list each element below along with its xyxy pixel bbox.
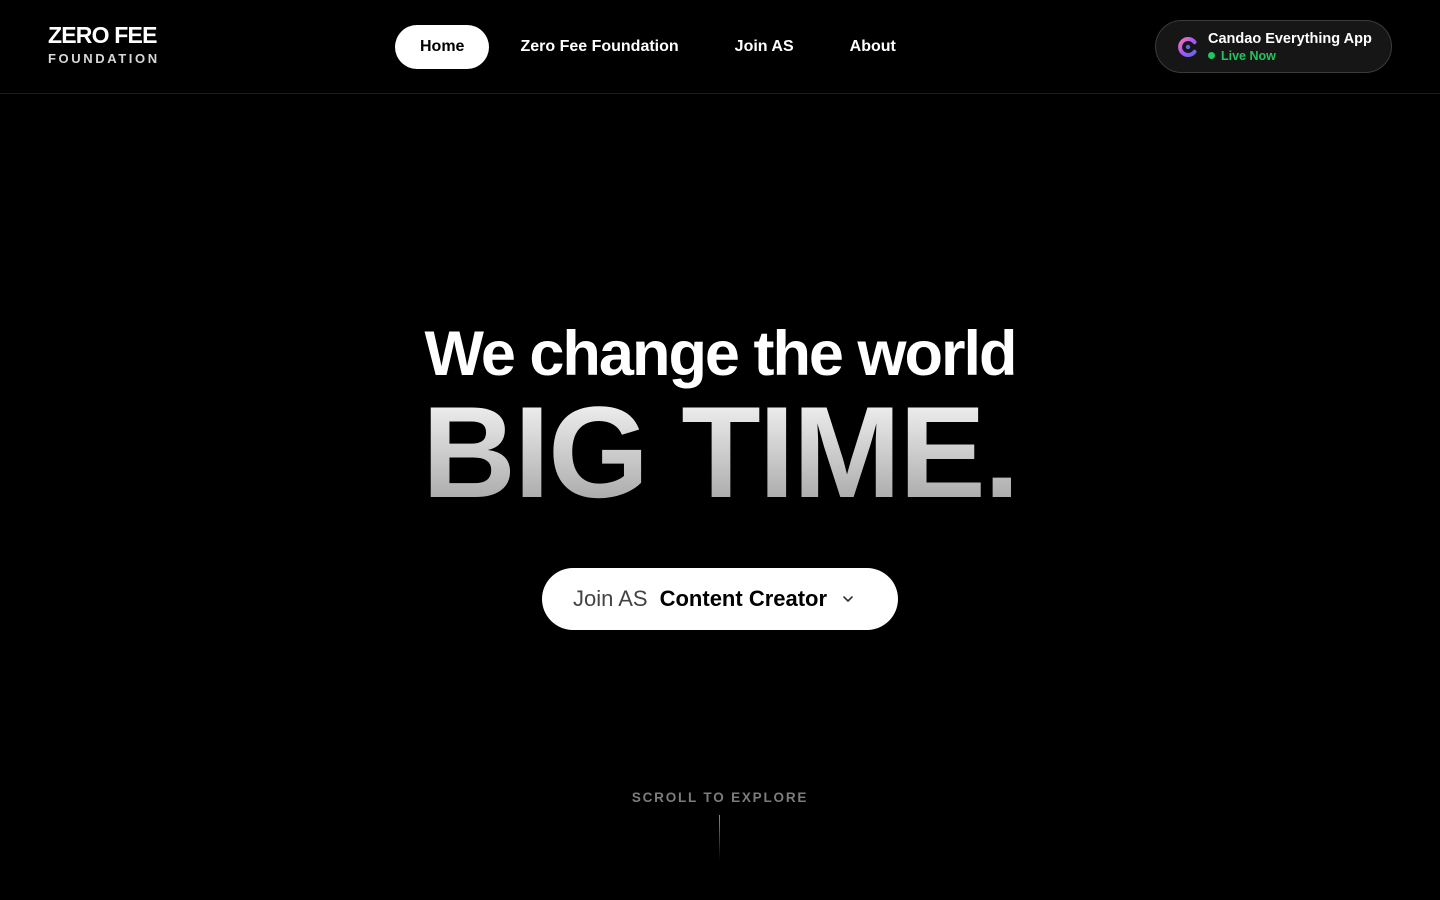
scroll-indicator-line bbox=[719, 815, 720, 860]
app-badge-text: Candao Everything App Live Now bbox=[1208, 31, 1372, 63]
nav-item-join-as[interactable]: Join AS bbox=[710, 25, 819, 69]
candao-app-button[interactable]: Candao Everything App Live Now bbox=[1155, 20, 1392, 73]
site-logo[interactable]: ZERO FEE FOUNDATION bbox=[48, 22, 160, 67]
nav-item-about[interactable]: About bbox=[825, 25, 921, 69]
nav-item-home[interactable]: Home bbox=[395, 25, 490, 69]
hero-big-text: BIG TIME. bbox=[0, 387, 1440, 517]
chevron-down-icon bbox=[843, 596, 853, 602]
app-status: Live Now bbox=[1208, 49, 1372, 63]
logo-title: ZERO FEE bbox=[48, 22, 157, 48]
site-header: ZERO FEE FOUNDATION Home Zero Fee Founda… bbox=[0, 0, 1440, 94]
main-nav: Home Zero Fee Foundation Join AS About bbox=[395, 25, 927, 69]
nav-item-zero-fee-foundation[interactable]: Zero Fee Foundation bbox=[495, 25, 703, 69]
cta-prefix: Join AS bbox=[573, 586, 648, 611]
hero-big-text-label: BIG TIME. bbox=[422, 379, 1020, 525]
candao-logo-icon bbox=[1178, 36, 1197, 57]
live-status-label: Live Now bbox=[1221, 48, 1276, 63]
cta-selected-role: Content Creator bbox=[659, 586, 828, 611]
live-status-dot bbox=[1208, 52, 1215, 59]
join-as-role-dropdown[interactable]: Join AS Content Creator bbox=[542, 568, 898, 630]
scroll-hint: SCROLL TO EXPLORE bbox=[631, 790, 809, 805]
app-name: Candao Everything App bbox=[1208, 30, 1372, 47]
logo-subtitle: FOUNDATION bbox=[48, 51, 160, 66]
